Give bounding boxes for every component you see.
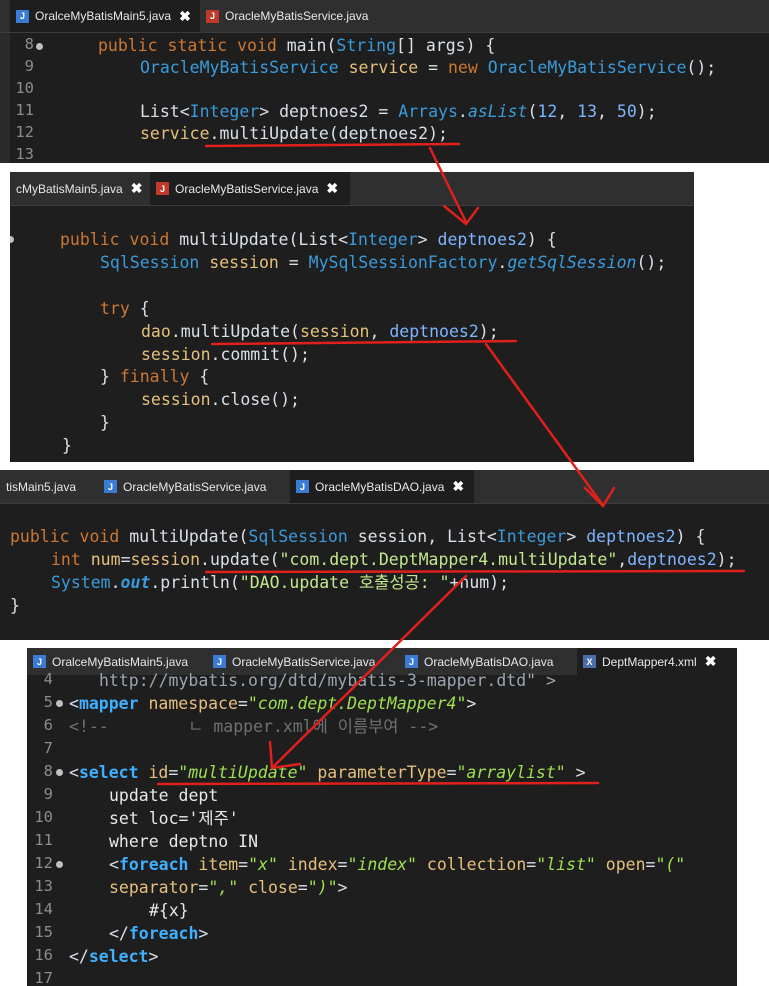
arrow-to-dao — [484, 342, 604, 506]
underline-select-id — [156, 781, 600, 786]
arrowhead-icon — [583, 486, 616, 509]
underline-service-call — [204, 142, 461, 148]
arrow-to-service — [428, 146, 468, 224]
underline-dao-call — [210, 339, 518, 346]
arrowhead-icon — [442, 204, 480, 226]
underline-update-call — [204, 569, 746, 574]
annotation-overlay — [156, 142, 746, 786]
arrow-to-mapper — [270, 574, 468, 770]
